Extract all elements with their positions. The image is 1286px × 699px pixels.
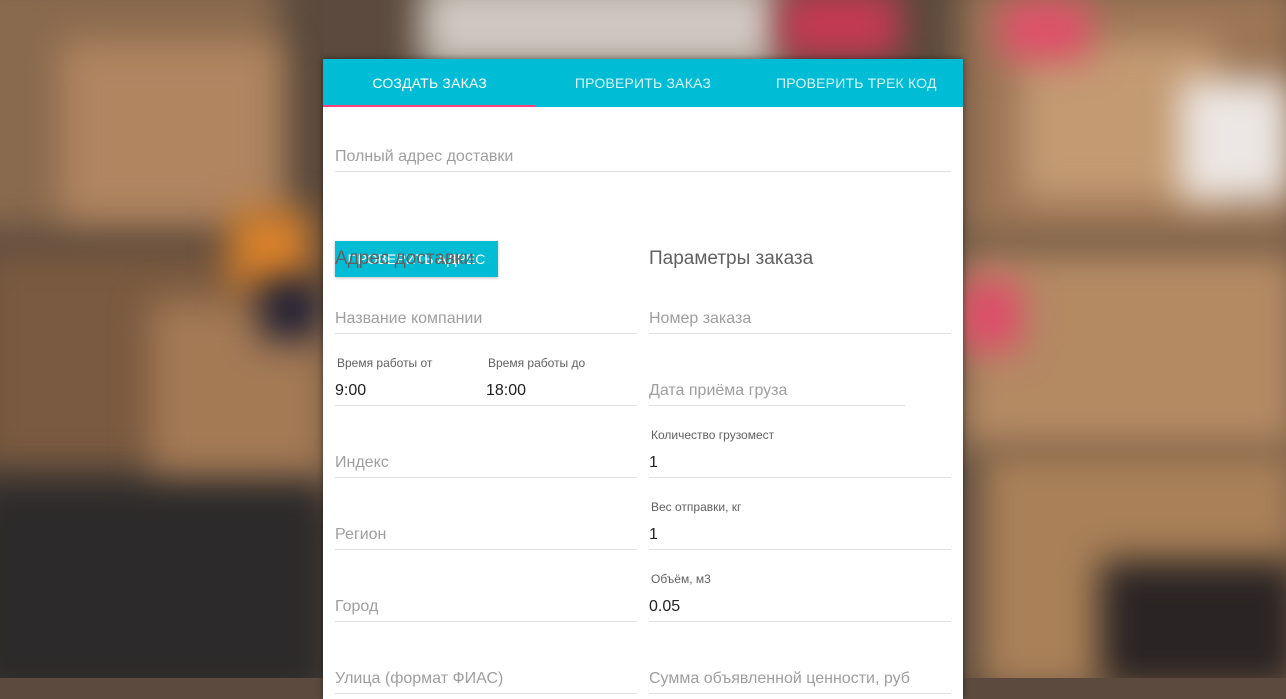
region-input[interactable]: Регион (335, 519, 637, 550)
work-time-from-input[interactable]: Время работы от 9:00 (335, 356, 486, 406)
work-time-from-label: Время работы от (337, 356, 433, 370)
volume-value: 0.05 (649, 598, 681, 615)
weight-label: Вес отправки, кг (651, 500, 742, 514)
weight-value: 1 (649, 526, 658, 543)
region-placeholder: Регион (335, 526, 387, 543)
tab-check-order[interactable]: ПРОВЕРИТЬ ЗАКАЗ (536, 59, 749, 107)
work-time-to-value: 18:00 (486, 382, 527, 399)
full-address-placeholder: Полный адрес доставки (335, 148, 514, 165)
cargo-places-input[interactable]: Количество грузомест 1 (649, 428, 951, 478)
city-placeholder: Город (335, 598, 379, 615)
tab-bar: СОЗДАТЬ ЗАКАЗ ПРОВЕРИТЬ ЗАКАЗ ПРОВЕРИТЬ … (323, 59, 963, 107)
postal-index-input[interactable]: Индекс (335, 447, 637, 478)
cargo-date-placeholder: Дата приёма груза (649, 382, 788, 399)
work-time-to-input[interactable]: Время работы до 18:00 (486, 356, 637, 406)
work-time-to-label: Время работы до (488, 356, 586, 370)
street-input[interactable]: Улица (формат ФИАС) (335, 663, 637, 694)
street-placeholder: Улица (формат ФИАС) (335, 670, 504, 687)
company-name-placeholder: Название компании (335, 310, 483, 327)
company-name-input[interactable]: Название компании (335, 303, 637, 334)
city-input[interactable]: Город (335, 591, 637, 622)
order-params-heading: Параметры заказа (649, 248, 814, 269)
delivery-address-heading: Адрес доставки (335, 248, 474, 269)
cargo-places-label: Количество грузомест (651, 428, 775, 442)
cargo-date-input[interactable]: Дата приёма груза (649, 375, 905, 406)
weight-input[interactable]: Вес отправки, кг 1 (649, 500, 951, 550)
volume-label: Объём, м3 (651, 572, 711, 586)
tab-create-order[interactable]: СОЗДАТЬ ЗАКАЗ (323, 59, 536, 107)
work-time-from-value: 9:00 (335, 382, 367, 399)
postal-index-placeholder: Индекс (335, 454, 389, 471)
cargo-places-value: 1 (649, 454, 658, 471)
volume-input[interactable]: Объём, м3 0.05 (649, 572, 951, 622)
declared-value-placeholder: Сумма объявленной ценности, руб (649, 670, 910, 687)
full-address-input[interactable]: Полный адрес доставки (335, 141, 951, 172)
order-number-placeholder: Номер заказа (649, 310, 752, 327)
active-tab-indicator (323, 105, 536, 107)
tab-check-track-code[interactable]: ПРОВЕРИТЬ ТРЕК КОД (750, 59, 963, 107)
order-form-card: СОЗДАТЬ ЗАКАЗ ПРОВЕРИТЬ ЗАКАЗ ПРОВЕРИТЬ … (323, 59, 963, 699)
declared-value-input[interactable]: Сумма объявленной ценности, руб (649, 663, 951, 694)
order-number-input[interactable]: Номер заказа (649, 303, 951, 334)
